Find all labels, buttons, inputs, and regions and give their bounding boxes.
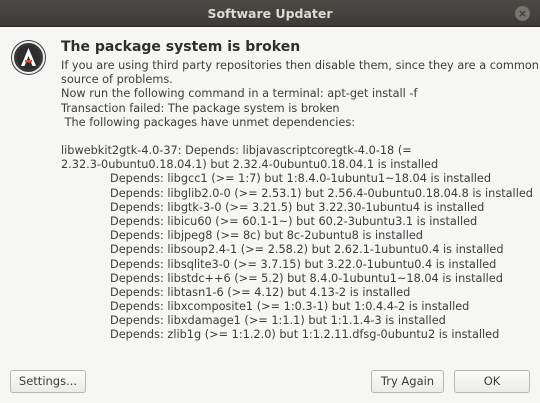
dependency-line: Depends: libtasn1-6 (>= 4.12) but 4.13-2… — [110, 285, 411, 299]
detail-line: 2.32.3-0ubuntu0.18.04.1) but 2.32.4-0ubu… — [61, 158, 439, 172]
software-updater-dialog: Software Updater × The package system is… — [0, 0, 540, 403]
titlebar[interactable]: Software Updater × — [0, 0, 540, 27]
message-line-2: source of problems. — [61, 73, 173, 86]
dependency-line: Depends: libicu60 (>= 60.1-1~) but 60.2-… — [110, 214, 478, 228]
dependency-line: Depends: libxcomposite1 (>= 1:0.3-1) but… — [110, 300, 470, 314]
message-line-3: Now run the following command in a termi… — [61, 87, 418, 100]
dependency-line: Depends: libsqlite3-0 (>= 3.7.15) but 3.… — [110, 257, 497, 271]
try-again-button[interactable]: Try Again — [371, 370, 444, 393]
settings-button[interactable]: Settings... — [10, 370, 86, 393]
message-line-4: Transaction failed: The package system i… — [61, 102, 340, 115]
message-line-5: The following packages have unmet depend… — [61, 116, 356, 129]
dependency-line: Depends: libstdc++6 (>= 5.2) but 8.4.0-1… — [110, 271, 503, 285]
close-icon[interactable]: × — [515, 6, 530, 21]
dependency-line: Depends: zlib1g (>= 1:1.2.0) but 1:1.2.1… — [110, 328, 500, 342]
dependency-line: Depends: libgtk-3-0 (>= 3.21.5) but 3.22… — [110, 200, 485, 214]
dependency-line: Depends: libglib2.0-0 (>= 2.53.1) but 2.… — [110, 186, 533, 200]
dependency-line: Depends: libgcc1 (>= 1:7) but 1:8.4.0-1u… — [110, 172, 492, 186]
dependency-details: libwebkit2gtk-4.0-37: Depends: libjavasc… — [61, 144, 533, 343]
ok-button[interactable]: OK — [454, 370, 530, 393]
dependency-line: Depends: libjpeg8 (>= 8c) but 8c-2ubuntu… — [110, 229, 423, 243]
dependency-line: Depends: libxdamage1 (>= 1:1.1) but 1:1.… — [110, 314, 446, 328]
message-line-1: If you are using third party repositorie… — [61, 59, 539, 72]
window-title: Software Updater — [207, 6, 333, 21]
software-updater-icon — [11, 40, 46, 75]
error-heading: The package system is broken — [61, 39, 301, 55]
detail-line: libwebkit2gtk-4.0-37: Depends: libjavasc… — [61, 144, 412, 157]
dependency-line: Depends: libsoup2.4-1 (>= 2.58.2) but 2.… — [110, 243, 504, 257]
